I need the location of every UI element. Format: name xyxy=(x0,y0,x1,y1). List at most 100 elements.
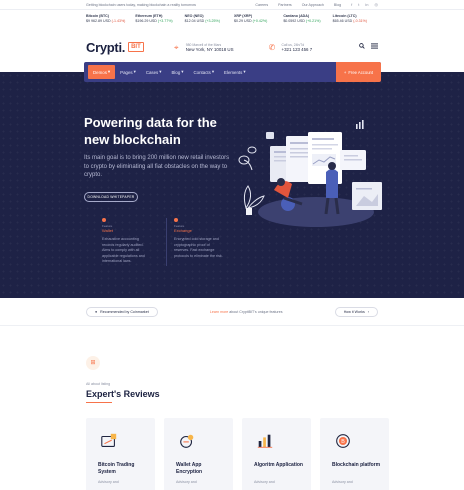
top-bar: Getting blockchain users today, making b… xyxy=(0,0,464,10)
ticker-price: $65.46 USD xyxy=(332,19,353,23)
ticker-price: $12.04 USD xyxy=(184,19,205,23)
top-link-partners[interactable]: Partners xyxy=(278,3,292,7)
ticker-change: (-0.31%) xyxy=(353,19,367,23)
learn-more-link[interactable]: Learn more xyxy=(210,310,228,314)
ticker-change: (+0.21%) xyxy=(305,19,321,23)
ticker-price: $196.29 USD xyxy=(135,19,157,23)
facebook-icon[interactable]: f xyxy=(351,2,352,7)
hero-section: Powering data for the new blockchain Its… xyxy=(0,72,464,298)
wallet-encryption-icon xyxy=(180,434,194,448)
divider xyxy=(166,218,167,266)
reviews-subtitle: All about listing xyxy=(86,382,111,386)
phone-value[interactable]: +321 123 456 7 xyxy=(282,47,313,52)
chevron-down-icon: ▾ xyxy=(181,69,184,74)
location-pin-icon: ⌖ xyxy=(173,42,179,52)
top-link-blog[interactable]: Blog xyxy=(334,3,341,7)
feature-title: Exchange xyxy=(174,228,192,233)
feature-desc: Encrypted cold storage and cryptographic… xyxy=(174,237,223,258)
top-link-careers[interactable]: Careers xyxy=(255,3,268,7)
card-desc: Advisory and xyxy=(332,480,353,484)
card-title: Wallet App Encryption xyxy=(176,462,203,475)
bitcoin-coin-icon: B xyxy=(336,434,350,448)
review-card[interactable]: B Blockchain platform Advisory and xyxy=(320,418,389,490)
review-card[interactable]: Bitcoin Trading System Advisory and xyxy=(86,418,155,490)
wallet-icon xyxy=(102,218,106,222)
chevron-down-icon: ▾ xyxy=(243,69,246,74)
card-desc: Advisory and xyxy=(98,480,119,484)
star-icon: ● xyxy=(95,309,98,314)
ticker-item: Cardano (ADA) $0.0592 USD (+0.21%) xyxy=(283,12,332,32)
reviews-title: Expert's Reviews xyxy=(86,389,160,399)
card-title: Blockchain platform xyxy=(332,462,381,468)
how-it-works-button[interactable]: How it Works › xyxy=(334,306,378,317)
site-header: Crypti. BIT ⌖ 980 Marcell of the Mars Ne… xyxy=(0,34,464,60)
main-nav: Demos ▾ Pages ▾ Cases ▾ Blog ▾ Contacts ▾ Ele… xyxy=(84,62,381,82)
algorithm-chart-icon xyxy=(257,434,273,448)
hero-title: Powering data for the new blockchain xyxy=(84,115,217,147)
ticker-price: $0.29 USD xyxy=(233,19,252,23)
free-account-button[interactable]: + Free Account xyxy=(336,62,381,82)
feature-title: Wallet xyxy=(102,228,113,233)
ticker-change: (+3.77%) xyxy=(157,19,173,23)
twitter-icon[interactable]: t xyxy=(358,2,359,7)
chevron-down-icon: ▾ xyxy=(211,69,215,74)
page: Getting blockchain users today, making b… xyxy=(0,0,464,490)
review-card[interactable]: Algoritm Application Advisory and xyxy=(242,418,311,490)
nav-label: Demos xyxy=(93,69,107,75)
phone-block: ✆ Call us, 24h/7d +321 123 456 7 xyxy=(268,43,313,52)
reviews-badge-icon: ⊞ xyxy=(86,356,100,370)
nav-item-cases[interactable]: Cases ▾ xyxy=(141,65,167,79)
ticker-change: (-1.43%) xyxy=(111,19,126,23)
review-card[interactable]: Wallet App Encryption Advisory and xyxy=(164,418,233,490)
chevron-right-icon: › xyxy=(367,309,369,314)
menu-icon[interactable] xyxy=(371,43,378,51)
chevron-down-icon: ▾ xyxy=(133,69,136,74)
pill-label: How it Works xyxy=(343,309,365,314)
nav-item-demos[interactable]: Demos ▾ xyxy=(88,65,116,79)
ticker-price: $0.0592 USD xyxy=(283,19,305,23)
exchange-icon xyxy=(174,218,178,222)
ticker-item: Litecoin (LTC) $65.46 USD (-0.31%) xyxy=(333,12,382,32)
instagram-icon[interactable]: ◎ xyxy=(375,2,379,7)
logo-text: Crypti. xyxy=(86,39,126,55)
nav-item-blog[interactable]: Blog ▾ xyxy=(166,65,188,79)
reviews-section: ⊞ All about listing Expert's Reviews Bit… xyxy=(0,326,464,490)
feature-wallet: Feature Wallet Exhaustive accounting rec… xyxy=(102,218,152,265)
card-desc: Advisory and xyxy=(176,480,197,484)
top-note: Getting blockchain users today, making b… xyxy=(86,2,196,7)
nav-item-pages[interactable]: Pages ▾ xyxy=(115,65,141,79)
ticker-item: Ethereum (ETH) $196.29 USD (+3.77%) xyxy=(135,12,184,32)
address-value: New York, NY 10018 US xyxy=(185,46,234,52)
card-desc: Advisory and xyxy=(254,480,275,484)
title-underline xyxy=(86,402,112,403)
hero-illustration xyxy=(238,120,382,227)
site-logo[interactable]: Crypti. BIT xyxy=(86,40,144,55)
top-link-approach[interactable]: Our Approach xyxy=(302,3,324,7)
chevron-down-icon: ▾ xyxy=(159,69,162,74)
feature-desc: Exhaustive accounting records regularly … xyxy=(102,237,145,264)
svg-text:B: B xyxy=(341,439,345,445)
chevron-down-icon: ▾ xyxy=(107,69,111,74)
recommended-pill[interactable]: ● Recommended by Coinmarket xyxy=(86,306,158,317)
ticker-item: XRP (XRP) $0.29 USD (+0.42%) xyxy=(234,12,283,32)
pill-label: Recommended by Coinmarket xyxy=(100,309,149,314)
price-ticker: Bitcoin (BTC) $9 962.89 USD (-1.43%) Ethe… xyxy=(86,12,382,32)
phone-icon: ✆ xyxy=(268,42,276,52)
ticker-change: (+3.25%) xyxy=(205,19,220,23)
nav-label: Pages xyxy=(120,69,133,75)
feature-exchange: Feature Exchange Encrypted cold storage … xyxy=(166,218,224,266)
logo-badge: BIT xyxy=(128,42,144,52)
ticker-item: Bitcoin (BTC) $9 962.89 USD (-1.43%) xyxy=(86,12,135,32)
ticker-item: NEO (NEO) $12.04 USD (+3.25%) xyxy=(185,12,234,32)
info-strip: ● Recommended by Coinmarket Learn more ab… xyxy=(0,298,464,326)
linkedin-icon[interactable]: in xyxy=(365,2,368,7)
nav-label: Blog xyxy=(171,69,181,75)
search-icon[interactable] xyxy=(359,43,365,51)
hero-lead: Its main goal is to bring 200 million ne… xyxy=(84,155,230,179)
download-whitepaper-button[interactable]: DOWNLOAD WHITEPAPER xyxy=(84,192,138,202)
nav-label: Cases xyxy=(145,69,159,75)
nav-item-elements[interactable]: Elements ▾ xyxy=(219,65,251,79)
nav-item-contacts[interactable]: Contacts ▾ xyxy=(189,65,220,79)
ticker-change: (+0.42%) xyxy=(252,19,268,23)
trading-system-icon xyxy=(101,433,117,447)
